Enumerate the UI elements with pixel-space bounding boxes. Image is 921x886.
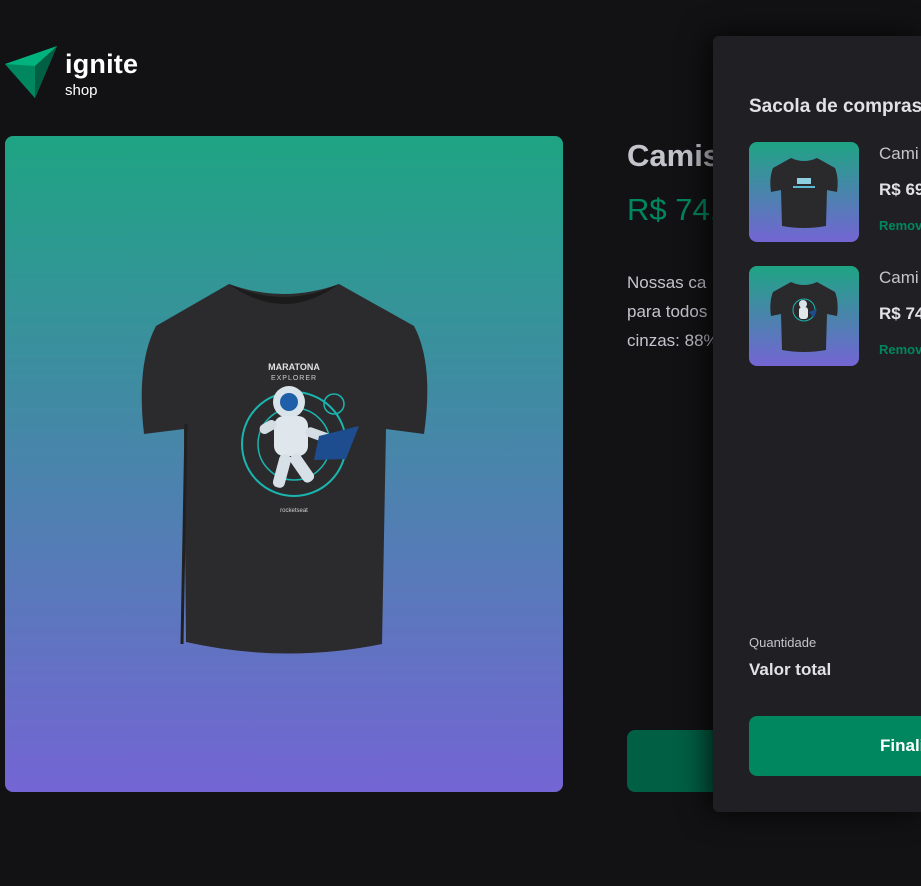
- cart-item-name: Cami: [879, 268, 919, 287]
- product-description-line: para todos: [627, 302, 708, 321]
- tshirt-astronaut-icon: [770, 282, 838, 352]
- tshirt-astronaut-icon: MARATONA EXPLORER rocketseat: [141, 284, 428, 654]
- checkout-button[interactable]: Finali: [749, 716, 921, 776]
- total-label: Valor total: [749, 660, 832, 679]
- product-price: R$ 74,: [627, 192, 719, 227]
- product-title: Camis: [627, 138, 721, 173]
- cart-panel: Sacola de compras Cami R$ 69 Remov Cami …: [713, 36, 921, 812]
- product-image: MARATONA EXPLORER rocketseat: [5, 136, 563, 792]
- logo[interactable]: ignite shop: [5, 46, 138, 100]
- tshirt-brand: rocketseat: [280, 508, 308, 514]
- quantity-label: Quantidade: [749, 635, 817, 650]
- tshirt-icon: [770, 158, 838, 228]
- remove-item-button[interactable]: Remov: [879, 342, 921, 357]
- tshirt-print-line1: MARATONA: [268, 362, 320, 372]
- tshirt-print-line2: EXPLORER: [271, 375, 317, 382]
- remove-item-button[interactable]: Remov: [879, 218, 921, 233]
- logo-title: ignite: [65, 49, 139, 79]
- product-description-line: Nossas ca: [627, 273, 707, 292]
- triangle-logo-icon: [5, 46, 57, 98]
- cart-item: Cami R$ 74 Remov: [749, 266, 921, 366]
- cart-item-image: [749, 142, 859, 242]
- product-description-line: cinzas: 88%: [627, 331, 719, 350]
- cart-item-image: [749, 266, 859, 366]
- cart-item: Cami R$ 69 Remov: [749, 142, 921, 242]
- cart-item-price: R$ 69: [879, 180, 921, 199]
- cart-title: Sacola de compras: [749, 96, 921, 117]
- logo-subtitle: shop: [65, 82, 98, 99]
- cart-item-name: Cami: [879, 144, 919, 163]
- cart-item-price: R$ 74: [879, 304, 921, 323]
